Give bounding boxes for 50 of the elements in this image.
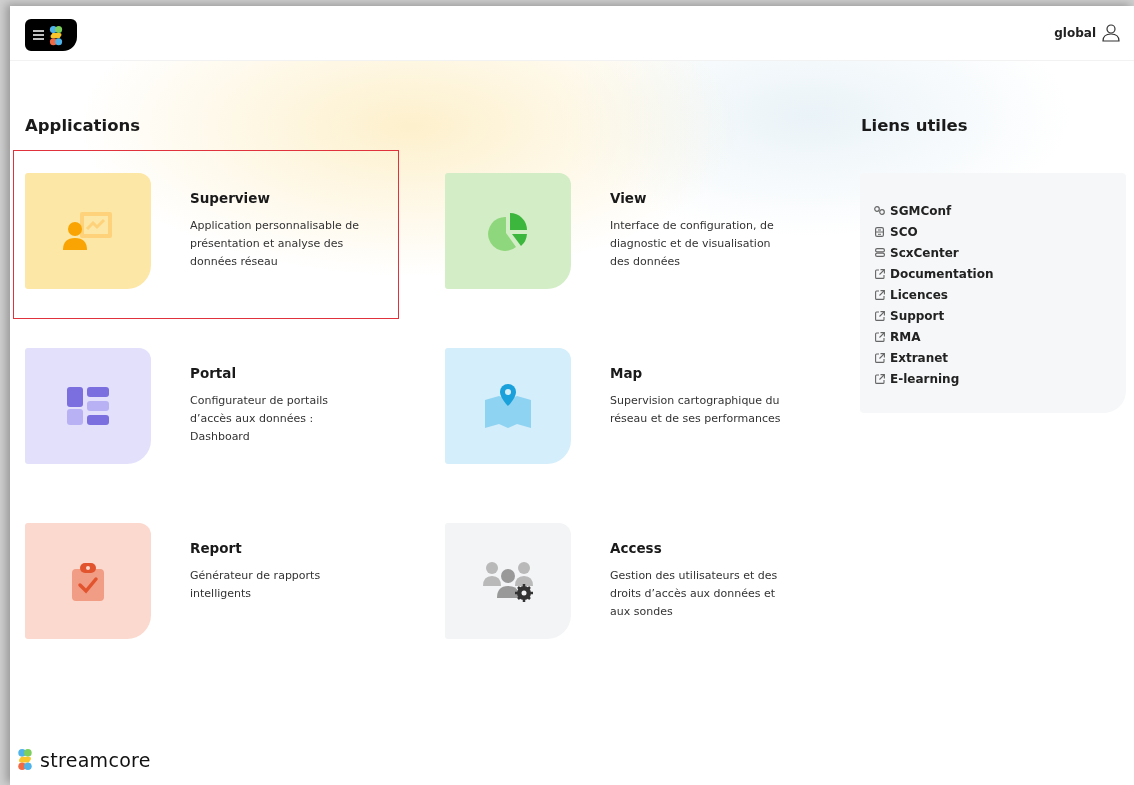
- username[interactable]: global: [1054, 26, 1096, 40]
- app-description: Générateur de rapports intelligents: [190, 568, 322, 602]
- server-icon: [875, 226, 884, 237]
- useful-link[interactable]: Licences: [874, 284, 948, 305]
- menu-button[interactable]: [25, 19, 77, 51]
- app-tile[interactable]: [445, 523, 571, 639]
- external-link-icon: [874, 352, 885, 363]
- app-title[interactable]: Superview: [190, 190, 370, 206]
- app-tile[interactable]: [25, 173, 151, 289]
- useful-link[interactable]: Documentation: [874, 263, 994, 284]
- external-link-icon: [874, 331, 885, 342]
- section-title: Liens utiles: [861, 116, 969, 135]
- map-pin-icon: [485, 384, 531, 428]
- app-tile[interactable]: [25, 523, 151, 639]
- app-title[interactable]: Portal: [190, 365, 370, 381]
- dashboard-icon: [67, 387, 109, 425]
- section-title: Applications: [25, 116, 142, 135]
- useful-link[interactable]: Extranet: [874, 347, 949, 368]
- app-description: Configurateur de portails d’accès aux données : Dashboard: [190, 393, 329, 445]
- external-link-icon: [874, 289, 885, 300]
- useful-link[interactable]: SCO: [874, 221, 918, 242]
- link-icon: [874, 206, 885, 215]
- app-title[interactable]: Access: [610, 540, 790, 556]
- external-link-icon: [874, 310, 885, 321]
- brand-logo-icon: [17, 748, 33, 771]
- useful-link[interactable]: E-learning: [874, 368, 960, 389]
- app-title[interactable]: View: [610, 190, 790, 206]
- useful-link[interactable]: ScxCenter: [874, 242, 959, 263]
- clipboard-check-icon: [72, 561, 104, 601]
- external-link-icon: [874, 268, 885, 279]
- user-icon[interactable]: [1102, 24, 1120, 42]
- database-icon: [874, 248, 885, 257]
- brand-name: streamcore: [40, 748, 151, 771]
- app-tile[interactable]: [445, 173, 571, 289]
- app-tile[interactable]: [25, 348, 151, 464]
- presenter-icon: [62, 210, 114, 252]
- logo-icon: [49, 24, 63, 46]
- app-description: Application personnalisable de présentation et analyse des données réseau: [190, 218, 360, 270]
- useful-link[interactable]: Support: [874, 305, 945, 326]
- app-tile[interactable]: [445, 348, 571, 464]
- app-description: Gestion des utilisateurs et des droits d’accès aux données et aux sondes: [610, 568, 779, 620]
- app-title[interactable]: Report: [190, 540, 370, 556]
- users-gear-icon: [483, 560, 533, 602]
- app-title[interactable]: Map: [610, 365, 790, 381]
- useful-link[interactable]: RMA: [874, 326, 921, 347]
- menu-icon: [33, 30, 44, 40]
- external-link-icon: [874, 373, 885, 384]
- useful-link[interactable]: SGMConf: [874, 200, 952, 221]
- app-description: Interface de configuration, de diagnostic et de visualisation des données: [610, 218, 775, 270]
- app-description: Supervision cartographique du réseau et de ses performances: [610, 393, 782, 427]
